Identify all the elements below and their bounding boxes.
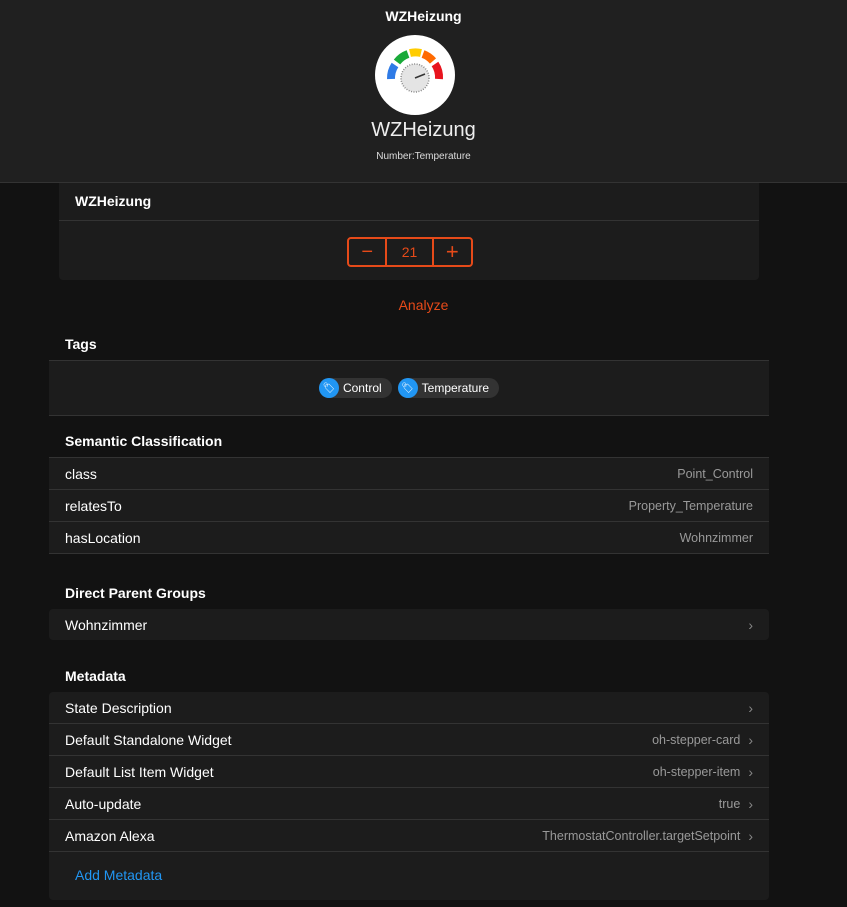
row-key: relatesTo — [65, 497, 122, 514]
parents-list: Wohnzimmer › — [49, 609, 769, 640]
semantic-title: Semantic Classification — [65, 433, 223, 449]
stepper-value: 21 — [387, 239, 434, 265]
tag-label: Control — [342, 381, 382, 395]
item-type: Number:Temperature — [376, 151, 471, 162]
row-key: Amazon Alexa — [65, 827, 155, 844]
increment-button[interactable]: + — [434, 239, 471, 265]
tags-block: 🏷 Control 🏷 Temperature — [49, 360, 769, 416]
row-value: Wohnzimmer — [679, 530, 753, 545]
row-key: Wohnzimmer — [65, 616, 148, 633]
semantic-row: relatesTo Property_Temperature — [49, 490, 769, 522]
row-key: State Description — [65, 699, 172, 716]
row-value: ThermostatController.targetSetpoint — [542, 828, 741, 843]
metadata-item[interactable]: Amazon Alexa ThermostatController.targetS… — [49, 820, 769, 852]
tags-title: Tags — [65, 336, 97, 352]
row-key: class — [65, 465, 97, 482]
chevron-right-icon: › — [748, 827, 753, 844]
nav-title: WZHeizung — [385, 8, 462, 24]
row-value: Point_Control — [677, 466, 753, 481]
parent-group-item[interactable]: Wohnzimmer › — [49, 609, 769, 640]
metadata-item[interactable]: State Description › — [49, 692, 769, 724]
semantic-row: hasLocation Wohnzimmer — [49, 522, 769, 554]
item-header: WZHeizung WZHeizung Number:Temperature — [0, 0, 847, 183]
tag-icon: 🏷 — [397, 378, 418, 398]
row-key: Default List Item Widget — [65, 763, 214, 780]
value-stepper[interactable]: − 21 + — [347, 237, 473, 267]
row-value: oh-stepper-item — [652, 764, 741, 779]
thermometer-gauge-icon — [375, 35, 455, 115]
semantic-list: class Point_Control relatesTo Property_Tem… — [49, 457, 769, 554]
metadata-item[interactable]: Default Standalone Widget oh-stepper-card… — [49, 724, 769, 756]
metadata-item[interactable]: Auto-update true › — [49, 788, 769, 820]
row-value: true — [718, 796, 741, 811]
control-card-title: WZHeizung — [59, 183, 759, 221]
row-value: Property_Temperature — [628, 498, 753, 513]
add-metadata-link[interactable]: Add Metadata — [49, 852, 769, 898]
row-key: Auto-update — [65, 795, 142, 812]
row-key: Default Standalone Widget — [65, 731, 232, 748]
chevron-right-icon: › — [748, 795, 753, 812]
semantic-row: class Point_Control — [49, 458, 769, 490]
analyze-link[interactable]: Analyze — [0, 297, 847, 313]
chevron-right-icon: › — [748, 763, 753, 780]
parents-title: Direct Parent Groups — [65, 585, 206, 601]
tag-icon: 🏷 — [318, 378, 339, 398]
row-key: hasLocation — [65, 529, 141, 546]
tag-label: Temperature — [421, 381, 490, 395]
metadata-item[interactable]: Default List Item Widget oh-stepper-item › — [49, 756, 769, 788]
decrement-button[interactable]: − — [349, 239, 388, 265]
chevron-right-icon: › — [748, 699, 753, 716]
item-name: WZHeizung — [371, 119, 476, 141]
control-card: WZHeizung − 21 + — [59, 183, 759, 280]
tag-chip[interactable]: 🏷 Control — [318, 378, 392, 398]
chevron-right-icon: › — [748, 731, 753, 748]
metadata-list: State Description › Default Standalone Wi… — [49, 692, 769, 900]
tag-chip[interactable]: 🏷 Temperature — [397, 378, 500, 398]
chevron-right-icon: › — [748, 616, 753, 633]
row-value: oh-stepper-card — [652, 732, 741, 747]
metadata-title: Metadata — [65, 668, 126, 684]
